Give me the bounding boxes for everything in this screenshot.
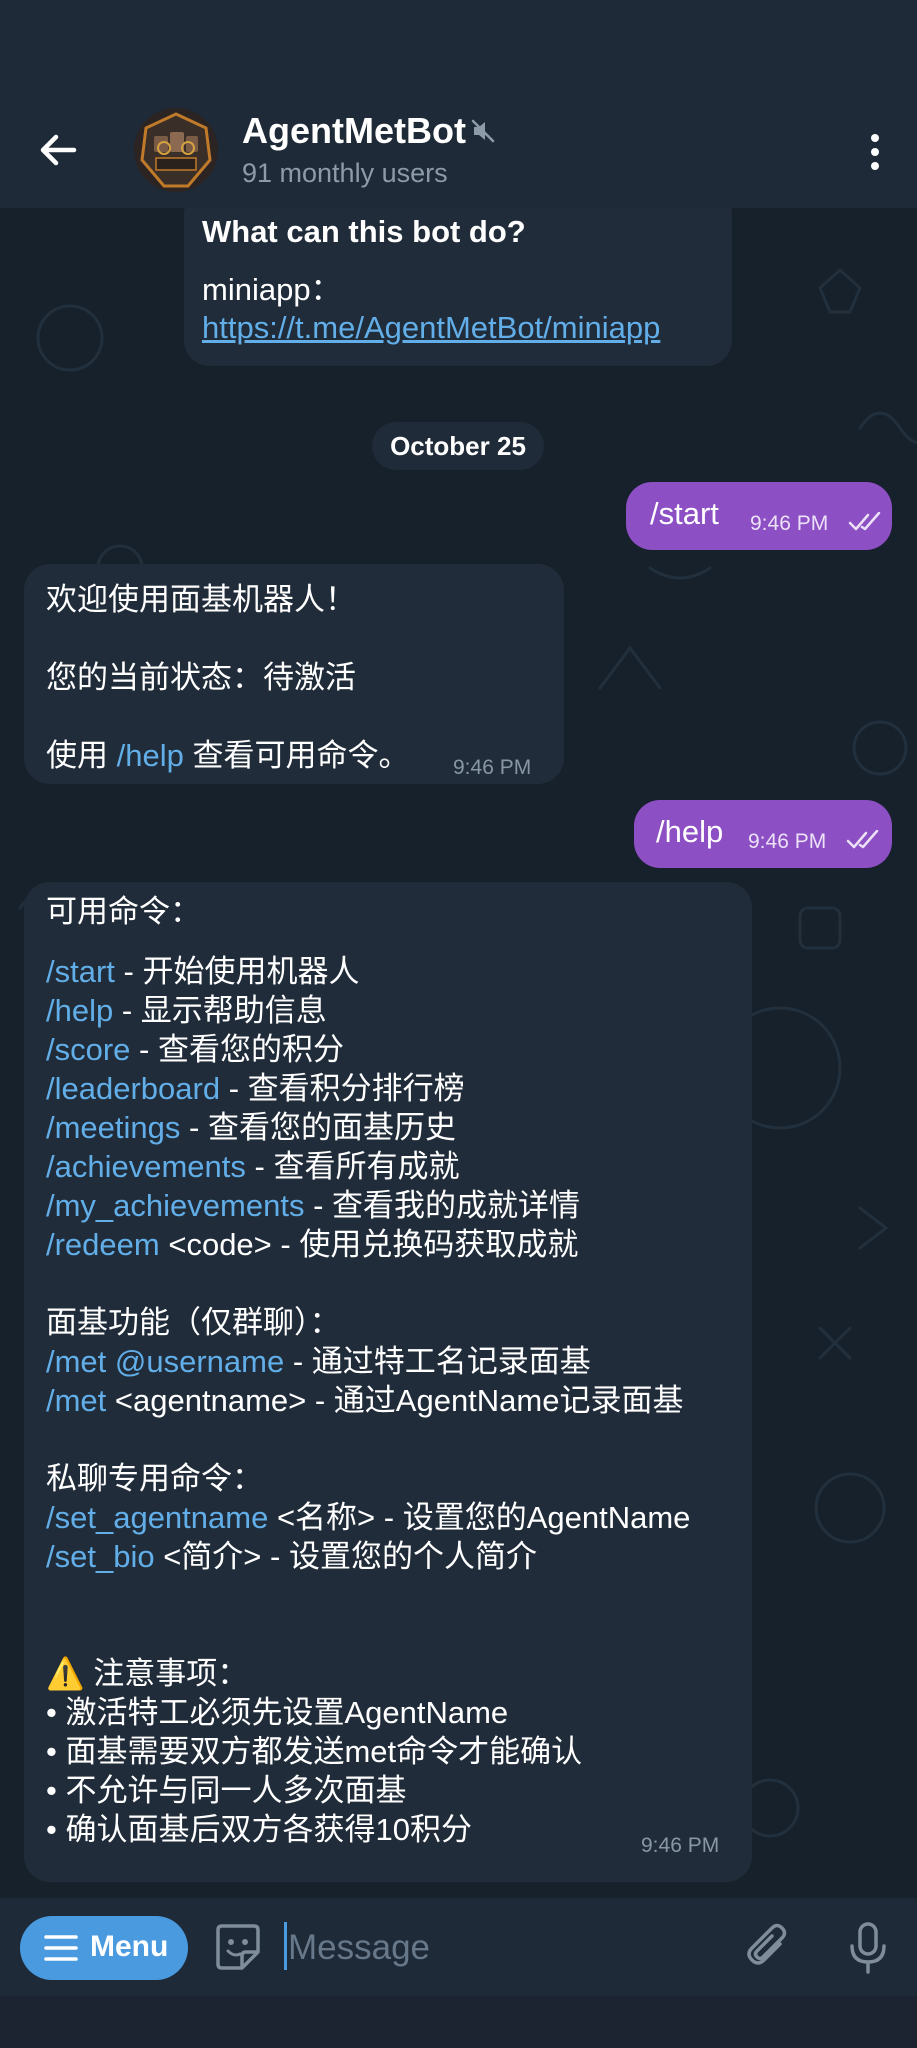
chat-title[interactable]: AgentMetBot [242,110,466,152]
hamburger-icon [44,1935,78,1961]
message-text: /start [650,496,719,531]
microphone-icon [850,1922,886,1974]
notice-item: • 确认面基后双方各获得10积分 [46,1812,472,1847]
outgoing-message: /start 9:46 PM [626,482,892,550]
command-desc: <agentname> - 通过AgentName记录面基 [106,1383,684,1418]
command-line: /start - 开始使用机器人 [46,952,359,991]
message-text: /help [656,814,724,849]
message-time: 9:46 PM [453,756,532,779]
command-desc: <简介> - 设置您的个人简介 [154,1539,537,1574]
command-link[interactable]: /redeem [46,1227,160,1262]
message-time: 9:46 PM [641,1834,720,1857]
status-bar [0,0,917,110]
command-link[interactable]: /leaderboard [46,1071,220,1106]
menu-button[interactable]: Menu [20,1916,188,1980]
command-link[interactable]: /meetings [46,1110,180,1145]
bot-avatar[interactable] [134,108,218,192]
commands-heading: 可用命令： [46,894,201,929]
double-check-icon [846,830,879,849]
command-line: /leaderboard - 查看积分排行榜 [46,1069,465,1108]
message-line: 使用 /help 查看可用命令。 [46,736,409,775]
chat-header: AgentMetBot 91 monthly users [0,96,917,208]
command-line: /my_achievements - 查看我的成就详情 [46,1186,580,1225]
command-link[interactable]: /help [46,993,113,1028]
command-line: /met <agentname> - 通过AgentName记录面基 [46,1381,684,1420]
date-separator: October 25 [372,422,544,470]
message-time: 9:46 PM [748,830,827,853]
command-line: /score - 查看您的积分 [46,1030,344,1069]
sticker-button[interactable] [208,1918,268,1978]
command-line: /achievements - 查看所有成就 [46,1147,459,1186]
double-check-icon [848,512,881,531]
command-desc: - 查看您的面基历史 [180,1110,456,1145]
cheers-logo-icon [140,112,212,188]
notice-heading: ⚠️ 注意事项： [46,1656,249,1691]
command-link[interactable]: /met @username [46,1344,284,1379]
outgoing-message: /help 9:46 PM [634,800,892,868]
command-line: /help - 显示帮助信息 [46,991,327,1030]
bot-description-line: miniapp： [202,272,342,307]
message-text: 使用 [46,738,117,773]
system-navigation-bar [0,1996,917,2048]
message-line: 欢迎使用面基机器人！ [46,582,356,617]
command-desc: - 显示帮助信息 [113,993,327,1028]
bot-description-bubble: What can this bot do? miniapp： https://t… [184,208,732,366]
command-desc: - 开始使用机器人 [114,954,360,989]
command-desc: - 查看您的积分 [130,1032,344,1067]
notice-item: • 面基需要双方都发送met命令才能确认 [46,1734,583,1769]
more-options-button[interactable] [855,126,895,178]
back-button[interactable] [28,120,88,180]
private-commands-heading: 私聊专用命令： [46,1461,263,1496]
message-composer: Menu [0,1898,917,1996]
command-line: /set_bio <简介> - 设置您的个人简介 [46,1537,537,1576]
command-desc: - 通过特工名记录面基 [284,1344,591,1379]
command-link[interactable]: /start [46,954,115,989]
command-link[interactable]: /set_bio [46,1539,155,1574]
message-input[interactable] [286,1922,710,1974]
miniapp-link[interactable]: https://t.me/AgentMetBot/miniapp [202,308,660,347]
command-link[interactable]: /met [46,1383,106,1418]
command-link[interactable]: /achievements [46,1149,246,1184]
arrow-left-icon [40,134,77,166]
command-line: /set_agentname <名称> - 设置您的AgentName [46,1498,690,1537]
command-link[interactable]: /set_agentname [46,1500,268,1535]
paperclip-icon [747,1923,787,1965]
incoming-message: 可用命令： /start - 开始使用机器人 /help - 显示帮助信息 /s… [24,882,752,1882]
voice-message-button[interactable] [838,1916,898,1978]
command-desc: - 查看所有成就 [245,1149,460,1184]
attach-button[interactable] [740,1918,796,1978]
more-vertical-icon [871,134,879,170]
message-time: 9:46 PM [750,512,829,535]
notice-item: • 不允许与同一人多次面基 [46,1773,407,1808]
notice-item: • 激活特工必须先设置AgentName [46,1695,509,1730]
muted-speaker-icon [470,118,496,144]
chat-area[interactable]: What can this bot do? miniapp： https://t… [0,208,917,1898]
command-line: /meetings - 查看您的面基历史 [46,1108,456,1147]
command-line: /redeem <code> - 使用兑换码获取成就 [46,1225,578,1264]
command-link[interactable]: /score [46,1032,130,1067]
message-text: 查看可用命令。 [183,738,410,773]
group-commands-heading: 面基功能（仅群聊）： [46,1305,341,1340]
command-desc: <code> - 使用兑换码获取成就 [159,1227,579,1262]
command-link[interactable]: /my_achievements [46,1188,304,1223]
sticker-smiley-icon [216,1924,260,1970]
message-line: 您的当前状态：待激活 [46,660,356,695]
help-command-link[interactable]: /help [117,738,184,773]
bot-description-heading: What can this bot do? [202,214,526,249]
chat-subtitle: 91 monthly users [242,158,448,188]
incoming-message: 欢迎使用面基机器人！ 您的当前状态：待激活 使用 /help 查看可用命令。 9… [24,564,564,784]
menu-label: Menu [90,1930,169,1963]
command-desc: - 查看积分排行榜 [220,1071,465,1106]
command-line: /met @username - 通过特工名记录面基 [46,1342,591,1381]
command-desc: - 查看我的成就详情 [304,1188,581,1223]
command-desc: <名称> - 设置您的AgentName [268,1500,691,1535]
